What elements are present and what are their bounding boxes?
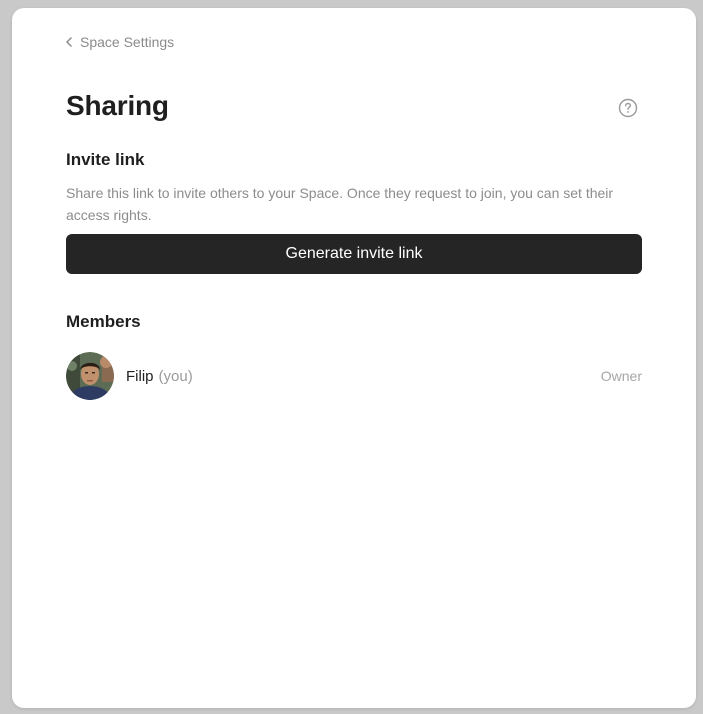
back-label[interactable]: Space Settings (80, 34, 174, 50)
invite-link-title: Invite link (66, 150, 145, 169)
user-avatar-photo (66, 352, 114, 400)
member-row[interactable]: Filip (you) Owner (66, 352, 642, 400)
member-role[interactable]: Owner (601, 368, 642, 384)
member-you-label: (you) (158, 367, 193, 385)
back-to-space-settings[interactable]: Space Settings (66, 34, 174, 50)
invite-link-description: Share this link to invite others to your… (66, 185, 614, 223)
members-title: Members (66, 312, 141, 331)
question-circle-icon[interactable] (618, 98, 638, 118)
generate-invite-link-button[interactable]: Generate invite link (66, 234, 642, 274)
member-name: Filip (126, 367, 154, 385)
chevron-left-icon (66, 37, 72, 47)
page-title: Sharing (66, 90, 169, 121)
sharing-panel: Space Settings Sharing Invite link Share… (12, 8, 696, 708)
